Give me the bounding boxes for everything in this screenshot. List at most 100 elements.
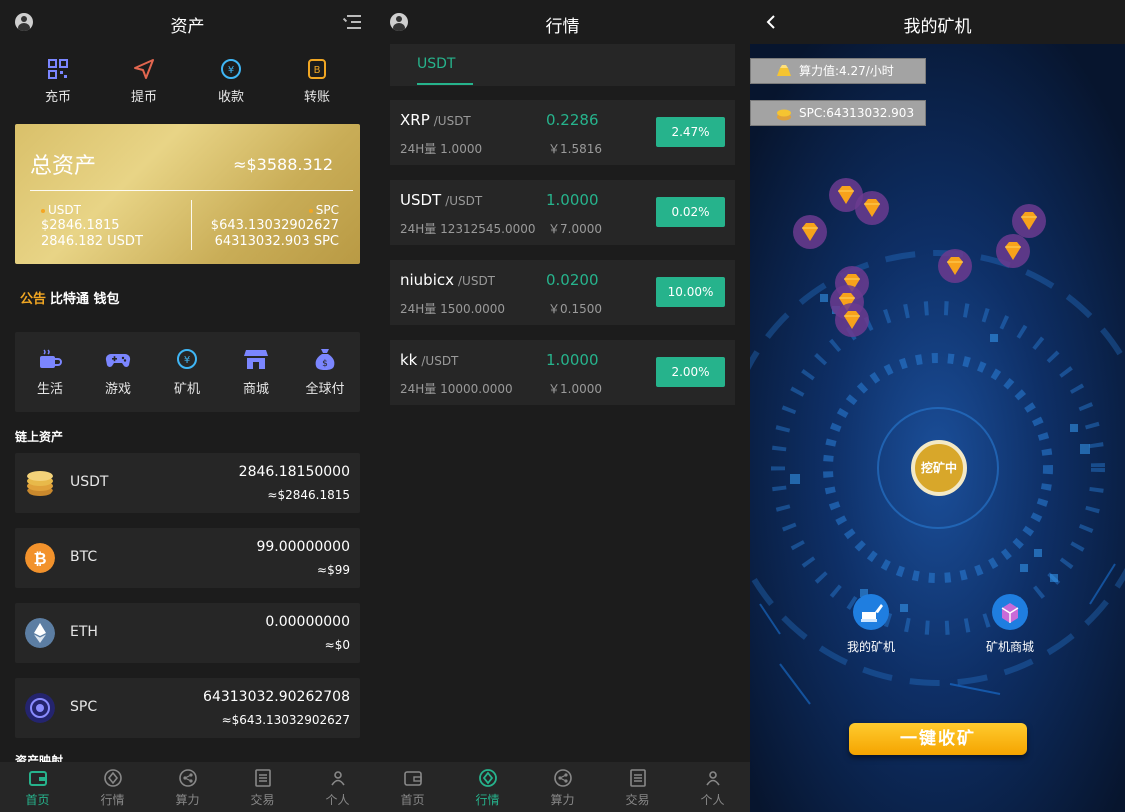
my-miner-button[interactable]: 我的矿机 <box>836 594 906 655</box>
pair-cny: ￥7.0000 <box>548 222 602 236</box>
asset-symbol: BTC <box>70 549 98 565</box>
tab-trade[interactable]: 交易 <box>600 768 675 808</box>
menu-icon[interactable] <box>342 15 361 29</box>
usdt-coin-stack-icon <box>27 471 53 496</box>
excavator-icon <box>853 594 889 630</box>
assets-topbar: 资产 <box>0 0 375 44</box>
send-plane-icon <box>134 59 154 79</box>
tab-profile[interactable]: 个人 <box>675 768 750 808</box>
usdt-summary: USDT $2846.1815 2846.182 USDT <box>41 202 143 250</box>
asset-row-eth[interactable]: ETH 0.00000000 ≈$0 <box>15 603 360 663</box>
pair-name: USDT/USDT <box>400 191 482 209</box>
tab-profile-label: 个人 <box>325 793 350 807</box>
market-tabs: USDT <box>390 44 735 86</box>
tab-hashrate[interactable]: 算力 <box>150 768 225 808</box>
ethereum-icon <box>25 618 55 648</box>
mining-topbar: 我的矿机 <box>750 0 1125 44</box>
receive-button[interactable]: ¥ 收款 <box>201 58 261 105</box>
gold-ingot-icon <box>777 65 791 76</box>
change-badge[interactable]: 2.47% <box>656 117 725 147</box>
miner-shop-button[interactable]: 矿机商城 <box>975 594 1045 655</box>
change-badge[interactable]: 2.00% <box>656 357 725 387</box>
app-global-pay[interactable]: $ 全球付 <box>300 346 350 397</box>
svg-text:¥: ¥ <box>228 65 234 76</box>
market-row[interactable]: XRP/USDT 24H量 1.0000 0.2286 ￥1.5816 2.47… <box>390 100 735 165</box>
market-row[interactable]: niubicx/USDT 24H量 1500.0000 0.0200 ￥0.15… <box>390 260 735 325</box>
gem-icon[interactable] <box>995 233 1031 269</box>
tab-home-label: 首页 <box>25 793 50 807</box>
money-bag-icon: $ <box>315 349 335 370</box>
tab-hashrate[interactable]: 算力 <box>525 768 600 808</box>
gamepad-icon <box>105 353 131 367</box>
miner-coin-icon: ¥ <box>177 349 197 369</box>
asset-row-spc[interactable]: SPC 64313032.90262708 ≈$643.13032902627 <box>15 678 360 738</box>
person-icon <box>705 771 720 786</box>
asset-row-btc[interactable]: ₿ BTC 99.00000000 ≈$99 <box>15 528 360 588</box>
change-badge[interactable]: 10.00% <box>656 277 725 307</box>
app-shop[interactable]: 商城 <box>231 346 281 397</box>
bullet-icon <box>41 208 45 213</box>
shop-box-icon <box>992 594 1028 630</box>
receive-label: 收款 <box>217 90 244 105</box>
pair-cny: ￥1.5816 <box>548 142 602 156</box>
market-topbar: 行情 <box>375 0 750 44</box>
transfer-icon: B <box>308 59 326 79</box>
collect-all-button[interactable]: 一键收矿 <box>849 723 1027 755</box>
app-life-label: 生活 <box>36 382 63 397</box>
asset-symbol: ETH <box>70 624 98 640</box>
mining-radar-background <box>750 44 1125 812</box>
tab-home[interactable]: 首页 <box>375 768 450 808</box>
my-miner-label: 我的矿机 <box>846 640 895 654</box>
spc-balance-chip: SPC:64313032.903 <box>750 100 926 126</box>
tab-home[interactable]: 首页 <box>0 768 75 808</box>
app-games-label: 游戏 <box>104 382 131 397</box>
bullet-icon <box>308 208 313 213</box>
app-games[interactable]: 游戏 <box>93 346 143 397</box>
notice-tag: 公告 <box>20 292 47 307</box>
notice-text: 比特通 钱包 <box>50 292 120 307</box>
market-row[interactable]: USDT/USDT 24H量 12312545.0000 1.0000 ￥7.0… <box>390 180 735 245</box>
deposit-button[interactable]: 充币 <box>28 58 88 105</box>
withdraw-button[interactable]: 提币 <box>114 58 174 105</box>
tab-trade[interactable]: 交易 <box>225 768 300 808</box>
transfer-button[interactable]: B 转账 <box>287 58 347 105</box>
gem-icon[interactable] <box>834 302 870 338</box>
asset-amount: 2846.18150000 <box>238 464 350 480</box>
app-miner[interactable]: ¥ 矿机 <box>162 346 212 397</box>
hashrate-value: 算力值:4.27/小时 <box>799 64 894 78</box>
share-nodes-icon <box>553 769 572 787</box>
tab-market[interactable]: 行情 <box>450 768 525 808</box>
market-diamond-icon <box>103 769 122 787</box>
assets-screen: 资产 充币 提币 ¥ 收款 B 转账 总资产 ≈$3588.312 USDT $… <box>0 0 375 812</box>
bitcoin-icon: ₿ <box>25 543 55 573</box>
gem-icon[interactable] <box>854 190 890 226</box>
total-assets-label: 总资产 <box>30 154 97 179</box>
wallet-icon <box>403 771 422 786</box>
mining-status-button[interactable]: 挖矿中 <box>911 440 967 496</box>
asset-row-usdt[interactable]: USDT 2846.18150000 ≈$2846.1815 <box>15 453 360 513</box>
gem-icon[interactable] <box>937 248 973 284</box>
tab-profile[interactable]: 个人 <box>300 768 375 808</box>
market-row[interactable]: kk/USDT 24H量 10000.0000 1.0000 ￥1.0000 2… <box>390 340 735 405</box>
app-shop-label: 商城 <box>242 382 269 397</box>
pair-base: kk <box>400 351 418 369</box>
tab-hashrate-label: 算力 <box>175 793 200 807</box>
deposit-label: 充币 <box>44 90 71 105</box>
person-icon <box>330 771 345 786</box>
change-badge[interactable]: 0.02% <box>656 197 725 227</box>
page-title: 我的矿机 <box>903 17 972 37</box>
usdt-summary-usd: $2846.1815 <box>41 218 120 233</box>
tab-profile-label: 个人 <box>700 793 725 807</box>
tab-market-label: 行情 <box>475 793 500 807</box>
gem-icon[interactable] <box>792 214 828 250</box>
app-life[interactable]: 生活 <box>25 346 75 397</box>
asset-amount: 64313032.90262708 <box>203 689 350 705</box>
pair-quote: /USDT <box>433 114 471 128</box>
tab-market[interactable]: 行情 <box>75 768 150 808</box>
share-nodes-icon <box>178 769 197 787</box>
asset-fiat: ≈$0 <box>324 638 350 652</box>
notice-bar[interactable]: 公告 比特通 钱包 <box>20 288 120 307</box>
tab-usdt[interactable]: USDT <box>417 56 455 72</box>
usdt-summary-amount: 2846.182 USDT <box>41 234 143 249</box>
app-miner-label: 矿机 <box>173 382 200 397</box>
